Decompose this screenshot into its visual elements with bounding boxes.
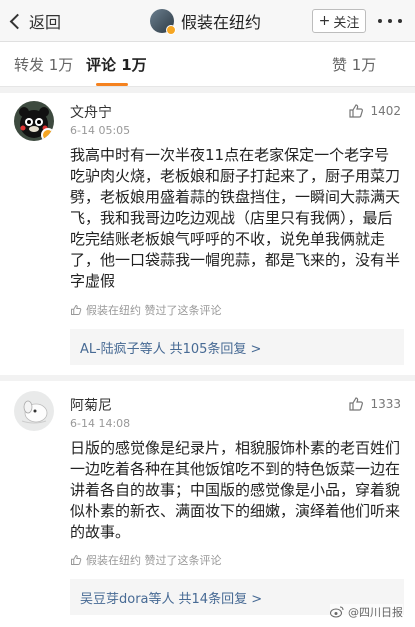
reply-count-link[interactable]: 共14条回复 >	[179, 588, 263, 607]
follow-label: 关注	[333, 15, 360, 31]
like-button[interactable]: 1333	[348, 396, 401, 412]
chevron-left-icon	[9, 13, 26, 29]
comment-item: 文舟宁 6-14 05:05 1402 我高中时有一次半夜11点在老家保定一个老…	[0, 93, 415, 375]
back-button[interactable]: 返回	[6, 8, 61, 34]
like-count: 1333	[370, 397, 401, 411]
like-button[interactable]: 1402	[348, 103, 401, 119]
avatar[interactable]	[14, 391, 54, 431]
thumbs-up-icon	[349, 104, 364, 118]
tab-bar: 转发 1万 评论 1万 赞 1万	[0, 42, 415, 87]
follow-button[interactable]: + 关注	[312, 9, 366, 33]
account-title[interactable]: 假装在纽约	[150, 8, 262, 35]
back-label: 返回	[29, 13, 62, 32]
replies-preview[interactable]: AL-陆疯子等人 共105条回复 >	[70, 329, 404, 365]
watermark: @四川日报	[330, 604, 403, 620]
account-avatar	[150, 9, 176, 35]
tab-comments[interactable]: 评论 1万	[86, 54, 147, 75]
reply-names: 吴豆芽dora等人	[80, 591, 175, 607]
comment-date: 6-14 14:08	[70, 417, 131, 430]
weibo-logo-icon	[330, 606, 344, 618]
thumbs-up-icon	[349, 397, 364, 411]
comment-username[interactable]: 阿菊尼	[70, 395, 112, 415]
reply-count-link[interactable]: 共105条回复 >	[170, 338, 262, 357]
comment-text: 日版的感觉像是纪录片，相貌服饰朴素的老百姓们一边吃着各种在其他饭馆吃不到的特色饭…	[70, 439, 401, 541]
thumbs-up-icon	[71, 305, 82, 315]
avatar[interactable]	[14, 101, 54, 141]
author-liked-note: 假装在纽约 赞过了这条评论	[70, 302, 222, 318]
author-liked-note: 假装在纽约 赞过了这条评论	[70, 552, 222, 568]
watermark-text: @四川日报	[348, 606, 403, 619]
verified-badge-icon	[166, 25, 176, 35]
comment-username[interactable]: 文舟宁	[70, 102, 112, 122]
reply-names: AL-陆疯子等人	[80, 341, 166, 357]
comment-date: 6-14 05:05	[70, 124, 131, 137]
plus-icon: +	[318, 13, 331, 29]
thumbs-up-icon	[71, 555, 82, 565]
author-liked-text: 假装在纽约 赞过了这条评论	[86, 304, 222, 317]
tab-reposts[interactable]: 转发 1万	[14, 54, 73, 75]
verified-badge-icon	[41, 128, 54, 141]
active-tab-indicator	[96, 83, 128, 86]
comment-item: 阿菊尼 6-14 14:08 1333 日版的感觉像是纪录片，相貌服饰朴素的老百…	[0, 381, 415, 627]
like-count: 1402	[370, 104, 401, 118]
top-nav-bar: 返回 假装在纽约 + 关注	[0, 0, 415, 42]
author-liked-text: 假装在纽约 赞过了这条评论	[86, 554, 222, 567]
tab-likes[interactable]: 赞 1万	[332, 54, 376, 75]
more-options-icon[interactable]	[378, 14, 402, 28]
page-title: 假装在纽约	[181, 13, 262, 32]
comment-text: 我高中时有一次半夜11点在老家保定一个老字号吃驴肉火烧，老板娘和厨子打起来了，厨…	[70, 146, 401, 290]
